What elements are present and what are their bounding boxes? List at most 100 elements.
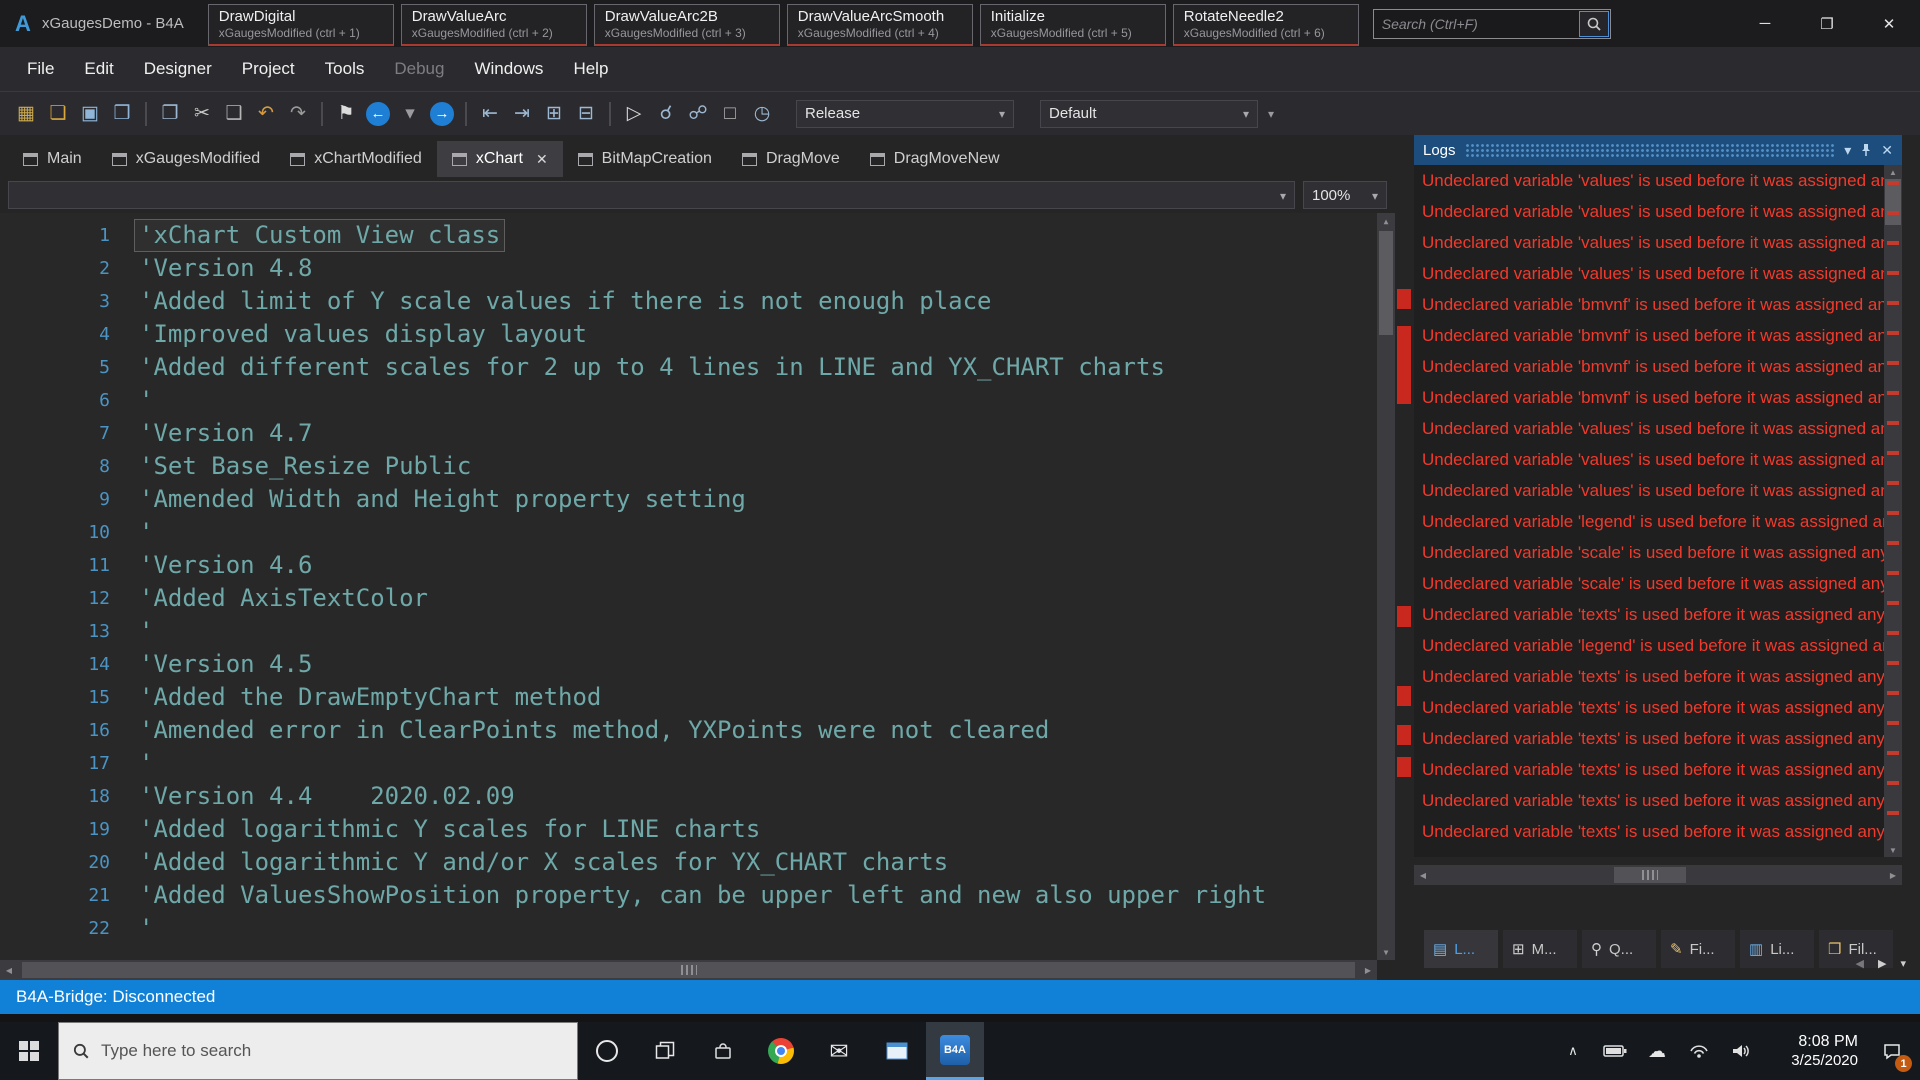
close-button[interactable]: ✕ <box>1858 0 1920 47</box>
log-entry[interactable]: Undeclared variable 'bmvnf' is used befo… <box>1414 289 1902 320</box>
pin-icon[interactable] <box>1860 143 1872 157</box>
outdent-icon[interactable]: ⇤ <box>475 99 505 129</box>
code-line[interactable]: 3 'Added limit of Y scale values if ther… <box>0 285 1377 318</box>
log-entry[interactable]: Undeclared variable 'bmvnf' is used befo… <box>1414 382 1902 413</box>
task-view-button[interactable] <box>636 1022 694 1080</box>
code-line[interactable]: 8 'Set Base_Resize Public <box>0 450 1377 483</box>
profile-combo[interactable]: Default <box>1040 99 1258 128</box>
log-entry[interactable]: Undeclared variable 'texts' is used befo… <box>1414 692 1902 723</box>
document-tab[interactable]: xChartModified ✕ <box>275 141 437 177</box>
paste-icon[interactable]: ❑ <box>219 99 249 129</box>
logs-vertical-scrollbar[interactable] <box>1884 165 1902 857</box>
code-editor[interactable]: 1 'xChart Custom View class 2 'Version 4… <box>0 213 1395 960</box>
scroll-down-icon[interactable] <box>1884 843 1902 857</box>
action-center-button[interactable]: 1 <box>1864 1022 1920 1080</box>
quick-access-tab[interactable]: DrawValueArc xGaugesModified (ctrl + 2) <box>400 4 587 46</box>
log-entry[interactable]: Undeclared variable 'legend' is used bef… <box>1414 630 1902 661</box>
document-tab[interactable]: BitMapCreation ✕ <box>563 141 727 177</box>
scroll-right-icon[interactable] <box>1359 960 1377 980</box>
search-input[interactable] <box>1373 9 1579 38</box>
scroll-down-icon[interactable] <box>1377 944 1395 960</box>
code-line[interactable]: 11 'Version 4.6 <box>0 549 1377 582</box>
code-line[interactable]: 13 ' <box>0 615 1377 648</box>
comment-icon[interactable]: ⊞ <box>539 99 569 129</box>
code-line[interactable]: 21 'Added ValuesShowPosition property, c… <box>0 879 1377 912</box>
log-entry[interactable]: Undeclared variable 'texts' is used befo… <box>1414 816 1902 847</box>
scroll-tabs-left-icon[interactable]: ◀ <box>1856 957 1864 970</box>
logs-horizontal-scrollbar[interactable] <box>1414 865 1902 885</box>
editor-vertical-scrollbar[interactable] <box>1377 213 1395 960</box>
menu-item[interactable]: Project <box>227 47 310 91</box>
quick-access-tab[interactable]: DrawDigital xGaugesModified (ctrl + 1) <box>207 4 394 46</box>
log-entry[interactable]: Undeclared variable 'texts' is used befo… <box>1414 723 1902 754</box>
dock-tab[interactable]: ⚲ Q... <box>1582 930 1656 968</box>
quick-access-tab[interactable]: Initialize xGaugesModified (ctrl + 5) <box>979 4 1166 46</box>
quick-access-tab[interactable]: DrawValueArcSmooth xGaugesModified (ctrl… <box>786 4 973 46</box>
code-line[interactable]: 9 'Amended Width and Height property set… <box>0 483 1377 516</box>
connect-device-icon[interactable]: ☌ <box>651 99 681 129</box>
document-tab[interactable]: DragMoveNew ✕ <box>855 141 1015 177</box>
code-line[interactable]: 7 'Version 4.7 <box>0 417 1377 450</box>
quick-access-tab[interactable]: RotateNeedle2 xGaugesModified (ctrl + 6) <box>1172 4 1359 46</box>
tab-list-dropdown-icon[interactable]: ▾ <box>1900 957 1906 970</box>
start-button[interactable] <box>0 1022 58 1080</box>
save-all-icon[interactable]: ❒ <box>107 99 137 129</box>
dock-tab[interactable]: ▤ L... <box>1424 930 1498 968</box>
scroll-tabs-right-icon[interactable]: ▶ <box>1878 957 1886 970</box>
code-line[interactable]: 17 ' <box>0 747 1377 780</box>
taskbar-search-input[interactable] <box>101 1041 564 1061</box>
log-entry[interactable]: Undeclared variable 'texts' is used befo… <box>1414 599 1902 630</box>
scroll-left-icon[interactable] <box>1414 865 1432 885</box>
scrollbar-thumb[interactable] <box>22 962 1355 978</box>
log-entry[interactable]: Undeclared variable 'texts' is used befo… <box>1414 785 1902 816</box>
open-folder-icon[interactable]: ❏ <box>43 99 73 129</box>
cut-icon[interactable]: ✂ <box>187 99 217 129</box>
scrollbar-thumb[interactable] <box>1379 231 1393 335</box>
toolbar-overflow-icon[interactable]: ▾ <box>1268 107 1274 121</box>
scrollbar-thumb[interactable] <box>1614 867 1686 883</box>
dock-tab[interactable]: ✎ Fi... <box>1661 930 1735 968</box>
close-panel-icon[interactable]: ✕ <box>1881 142 1893 159</box>
code-line[interactable]: 18 'Version 4.4 2020.02.09 <box>0 780 1377 813</box>
code-line[interactable]: 12 'Added AxisTextColor <box>0 582 1377 615</box>
network-button[interactable] <box>1678 1022 1720 1080</box>
module-member-combo[interactable] <box>8 181 1295 209</box>
menu-item[interactable]: Designer <box>129 47 227 91</box>
battery-button[interactable] <box>1594 1022 1636 1080</box>
store-button[interactable] <box>694 1022 752 1080</box>
menu-item[interactable]: Windows <box>459 47 558 91</box>
code-line[interactable]: 16 'Amended error in ClearPoints method,… <box>0 714 1377 747</box>
log-entry[interactable]: Undeclared variable 'texts' is used befo… <box>1414 754 1902 785</box>
menu-item[interactable]: File <box>12 47 69 91</box>
log-entry[interactable]: Undeclared variable 'values' is used bef… <box>1414 258 1902 289</box>
zoom-combo[interactable]: 100% <box>1303 181 1387 209</box>
scroll-up-icon[interactable] <box>1377 213 1395 229</box>
scroll-right-icon[interactable] <box>1884 865 1902 885</box>
bookmark-icon[interactable]: ⚑ <box>331 99 361 129</box>
menu-item[interactable]: Help <box>558 47 623 91</box>
compile-icon[interactable]: ◷ <box>747 99 777 129</box>
mail-button[interactable]: ✉ <box>810 1022 868 1080</box>
editor-horizontal-scrollbar[interactable] <box>0 960 1377 980</box>
document-tab[interactable]: Main ✕ <box>8 141 97 177</box>
save-icon[interactable]: ▣ <box>75 99 105 129</box>
tab-close-icon[interactable]: ✕ <box>536 151 548 168</box>
dock-tab[interactable]: ▥ Li... <box>1740 930 1814 968</box>
log-entry[interactable]: Undeclared variable 'values' is used bef… <box>1414 475 1902 506</box>
quick-access-tab[interactable]: DrawValueArc2B xGaugesModified (ctrl + 3… <box>593 4 780 46</box>
log-entry[interactable]: Undeclared variable 'values' is used bef… <box>1414 413 1902 444</box>
document-tab[interactable]: xChart ✕ <box>436 141 563 177</box>
chrome-button[interactable] <box>752 1022 810 1080</box>
tray-overflow-button[interactable]: ∧ <box>1552 1022 1594 1080</box>
log-entry[interactable]: Undeclared variable 'legend' is used bef… <box>1414 506 1902 537</box>
code-line[interactable]: 14 'Version 4.5 <box>0 648 1377 681</box>
maximize-button[interactable]: ❐ <box>1796 0 1858 47</box>
redo-icon[interactable]: ↷ <box>283 99 313 129</box>
document-tab[interactable]: xGaugesModified ✕ <box>97 141 276 177</box>
code-line[interactable]: 22 ' <box>0 912 1377 945</box>
menu-item[interactable]: Edit <box>69 47 128 91</box>
code-line[interactable]: 1 'xChart Custom View class <box>0 219 1377 252</box>
taskbar-clock[interactable]: 8:08 PM 3/25/2020 <box>1762 1022 1864 1080</box>
scroll-up-icon[interactable] <box>1884 165 1902 179</box>
stop-icon[interactable]: □ <box>715 99 745 129</box>
